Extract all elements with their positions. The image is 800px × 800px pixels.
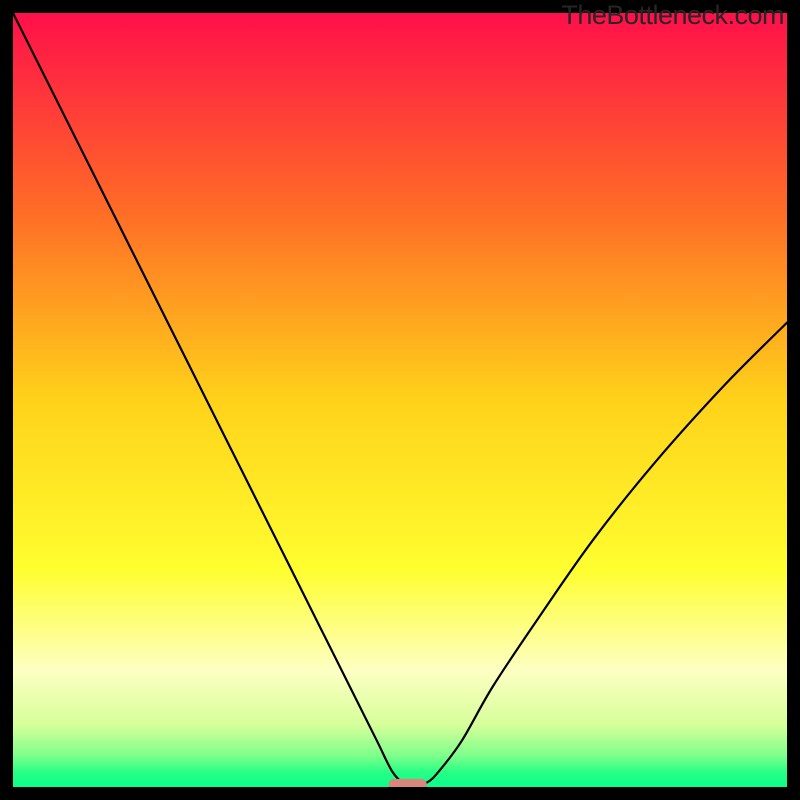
- plot-area: [13, 13, 787, 787]
- chart-frame: TheBottleneck.com: [0, 0, 800, 800]
- gradient-background: [13, 13, 787, 787]
- minimum-marker: [389, 779, 427, 787]
- bottleneck-chart: [13, 13, 787, 787]
